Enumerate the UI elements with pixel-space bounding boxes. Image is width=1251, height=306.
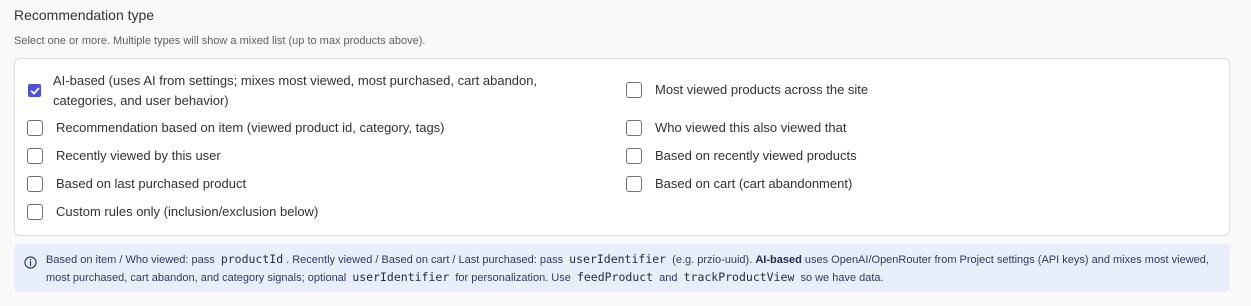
recommendation-options: AI-based (uses AI from settings; mixes m… [14, 58, 1230, 236]
code-userIdentifier: userIdentifier [569, 252, 667, 266]
option-label: AI-based (uses AI from settings; mixes m… [53, 73, 538, 108]
code-feedProduct: feedProduct [576, 270, 654, 284]
code-userIdentifier-2: userIdentifier [352, 270, 450, 284]
option-last-purchased[interactable]: Based on last purchased product [27, 174, 246, 194]
section-title: Recommendation type [14, 7, 155, 23]
checkbox-most-viewed[interactable] [626, 82, 642, 98]
checkbox-also-viewed[interactable] [626, 120, 642, 136]
info-callout: Based on item / Who viewed: pass product… [14, 244, 1230, 292]
option-recently-viewed-user[interactable]: Recently viewed by this user [27, 146, 221, 166]
option-based-recently-viewed[interactable]: Based on recently viewed products [626, 146, 857, 166]
code-trackProductView: trackProductView [683, 270, 795, 284]
option-label: Based on last purchased product [56, 176, 247, 191]
checkbox-custom-rules[interactable] [27, 204, 43, 220]
option-also-viewed[interactable]: Who viewed this also viewed that [626, 118, 846, 138]
section-help: Select one or more. Multiple types will … [14, 35, 426, 47]
option-most-viewed[interactable]: Most viewed products across the site [626, 80, 868, 100]
checkbox-last-purchased[interactable] [27, 176, 43, 192]
checkbox-ai-based[interactable] [28, 84, 41, 97]
option-custom-rules[interactable]: Custom rules only (inclusion/exclusion b… [27, 202, 318, 222]
option-label: Recently viewed by this user [56, 148, 221, 163]
checkbox-based-recently-viewed[interactable] [626, 148, 642, 164]
code-productId: productId [220, 252, 284, 266]
option-label: Recommendation based on item (viewed pro… [56, 120, 445, 135]
option-label: Custom rules only (inclusion/exclusion b… [56, 204, 319, 219]
option-label: Most viewed products across the site [655, 82, 869, 97]
checkbox-cart[interactable] [626, 176, 642, 192]
checkbox-item-based[interactable] [27, 120, 43, 136]
option-label: Based on cart (cart abandonment) [655, 176, 853, 191]
option-label: Based on recently viewed products [655, 148, 857, 163]
checkbox-recently-viewed-user[interactable] [27, 148, 43, 164]
option-label: Who viewed this also viewed that [655, 120, 847, 135]
option-item-based[interactable]: Recommendation based on item (viewed pro… [27, 118, 445, 138]
info-text: Based on item / Who viewed: pass product… [46, 252, 1209, 284]
option-ai-based[interactable]: AI-based (uses AI from settings; mixes m… [28, 71, 537, 111]
check-icon [30, 87, 39, 94]
info-icon [24, 256, 37, 269]
ai-based-emphasis: AI-based [755, 254, 802, 266]
option-cart[interactable]: Based on cart (cart abandonment) [626, 174, 852, 194]
